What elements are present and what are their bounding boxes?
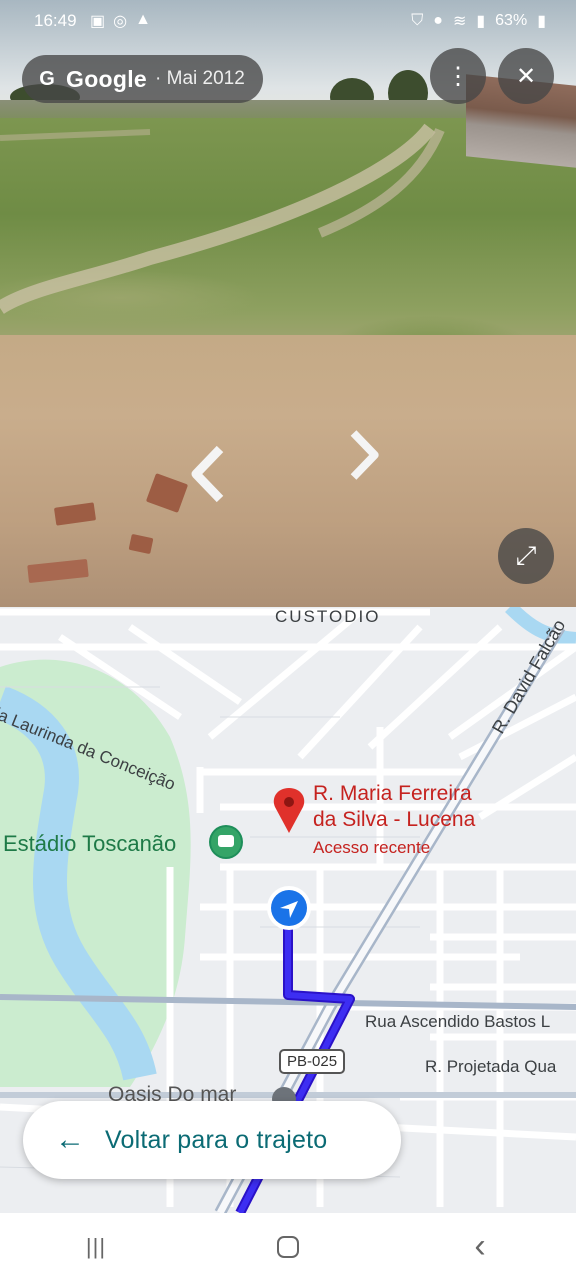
recents-button[interactable]: ||| [56,1222,136,1272]
street-label-projetada: R. Projetada Qua [425,1057,557,1076]
street-label-ascendido: Rua Ascendido Bastos L [365,1012,551,1031]
expand-streetview-button[interactable]: ⤢ [498,528,554,584]
instagram-icon: ◎ [113,13,128,30]
recents-icon: ||| [85,1233,107,1259]
signal-icon: ▮ [476,13,486,30]
home-button[interactable] [248,1222,328,1272]
back-to-route-label: Voltar para o trajeto [105,1125,328,1154]
chevron-right-icon [350,430,379,480]
wifi-icon: ≋ [452,13,467,30]
capture-date: · Mai 2012 [155,68,245,89]
back-button[interactable]: ‹ [440,1222,520,1272]
more-vert-icon: ⋮ [446,62,470,90]
back-icon: ‹ [474,1227,486,1265]
warning-icon: ▲ [135,11,151,28]
location-icon: ● [433,12,443,29]
destination-title-line2[interactable]: da Silva - Lucena [313,807,475,832]
battery-level: 63% [495,12,528,29]
close-streetview-button[interactable]: ✕ [498,48,554,104]
street-view-panorama[interactable]: 16:49 ▣ ◎ ▲ ⛉ ● ≋ ▮ 63% ▮ G Google · Mai… [0,0,576,607]
stadium-label[interactable]: Estádio Toscanão [3,831,176,857]
map-view[interactable]: CUSTODIO ria Laurinda da Conceição R. Da… [0,607,576,1213]
shield-icon: ⛉ [411,12,424,29]
more-options-button[interactable]: ⋮ [430,48,486,104]
google-g-icon: G [39,67,55,90]
streetview-nav-left[interactable] [190,445,224,503]
expand-icon: ⤢ [515,540,537,570]
arrow-left-icon: ← [55,1123,85,1156]
battery-icon: ▮ [537,13,546,30]
photo-icon: ▣ [90,13,106,30]
destination-title-line1[interactable]: R. Maria Ferreira [313,781,472,806]
route-shield-pb025: PB-025 [279,1049,346,1074]
streetview-date-chip: G Google · Mai 2012 [22,55,263,103]
system-navigation-bar: ||| ‹ [0,1213,576,1280]
streetview-nav-right[interactable] [350,428,380,482]
google-brand: Google [66,65,148,92]
back-to-route-button[interactable]: ← Voltar para o trajeto [23,1101,401,1179]
chevron-left-icon [191,445,224,503]
street-label-custodio: CUSTODIO [275,607,381,626]
status-bar: 16:49 ▣ ◎ ▲ ⛉ ● ≋ ▮ 63% ▮ [0,0,576,44]
home-icon [277,1235,299,1258]
destination-subtitle: Acesso recente [313,838,431,857]
close-icon: ✕ [515,62,537,90]
status-time: 16:49 [34,11,77,30]
